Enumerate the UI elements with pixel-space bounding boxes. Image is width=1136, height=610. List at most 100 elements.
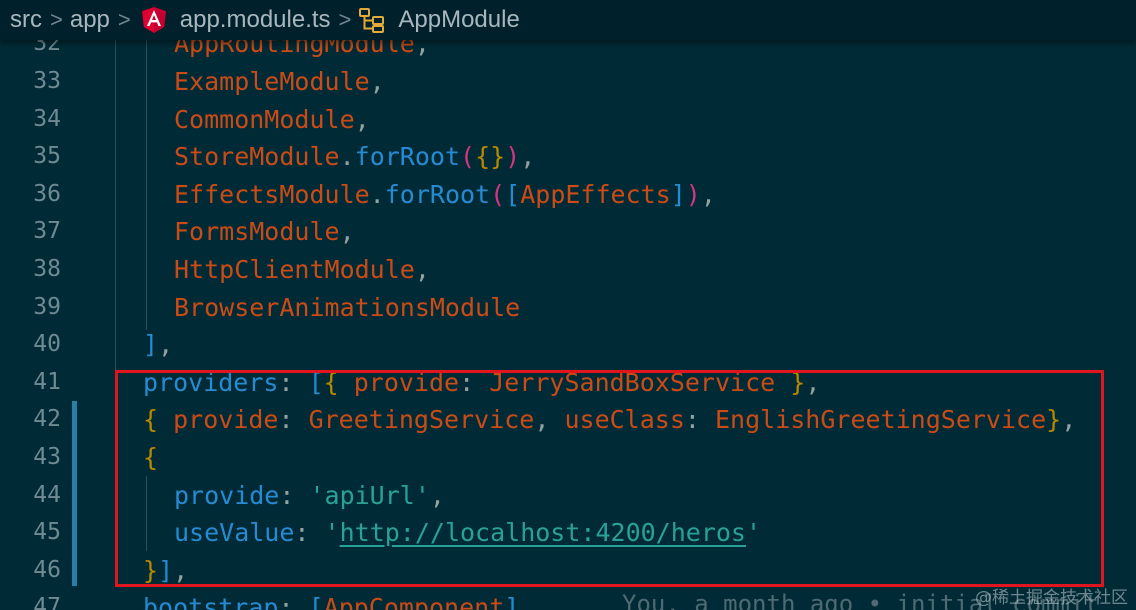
breadcrumb-separator: > — [117, 7, 131, 32]
code-token: , — [414, 255, 430, 284]
code-line[interactable]: 35 StoreModule.forRoot({}), — [0, 138, 1136, 176]
line-number: 34 — [33, 105, 61, 132]
line-number: 35 — [33, 143, 61, 170]
code-token: FormsModule — [174, 217, 340, 247]
code-line[interactable]: 43 { — [0, 439, 1136, 477]
code-token: GreetingService — [308, 405, 535, 435]
class-symbol-icon — [359, 8, 385, 33]
code-token: ( — [490, 179, 506, 209]
breadcrumb-separator: > — [50, 7, 63, 32]
code-token: . — [339, 142, 355, 172]
breadcrumb-item-src[interactable]: src — [10, 6, 42, 34]
breadcrumb-item-app[interactable]: app — [70, 6, 110, 34]
breadcrumb: src > app > app.module.ts > AppModule — [0, 0, 1136, 40]
code-token: : — [278, 593, 309, 610]
code-token: EffectsModule — [174, 179, 370, 209]
code-token: ( — [460, 142, 476, 172]
line-number: 45 — [33, 519, 61, 546]
code-token: BrowserAnimationsModule — [174, 292, 521, 322]
code-text: { — [143, 439, 158, 477]
code-token: ] — [143, 330, 159, 360]
code-text: ], — [143, 326, 173, 364]
code-token: : — [684, 405, 715, 435]
line-number: 40 — [33, 331, 61, 358]
code-text: BrowserAnimationsModule — [174, 289, 520, 327]
code-token: : — [294, 518, 325, 548]
watermark: @稀土掘金技术社区 — [975, 588, 1128, 608]
code-token: useValue — [174, 518, 295, 548]
code-token: , — [1061, 405, 1077, 435]
code-token: 'apiUrl' — [309, 480, 430, 510]
code-line[interactable]: 38 HttpClientModule, — [0, 251, 1136, 289]
line-number: 44 — [33, 481, 61, 508]
code-token: } — [775, 367, 806, 397]
code-token: : — [459, 367, 490, 397]
code-token: , — [354, 104, 370, 134]
code-line[interactable]: 40], — [0, 326, 1136, 364]
line-number: 46 — [33, 556, 61, 583]
line-number: 39 — [33, 293, 61, 320]
breadcrumb-item-file[interactable]: app.module.ts — [180, 6, 331, 34]
code-text: bootstrap: [AppComponent] — [143, 589, 519, 610]
line-number: 43 — [33, 444, 61, 470]
code-line[interactable]: 39 BrowserAnimationsModule — [0, 289, 1136, 327]
code-token: provide — [353, 367, 460, 397]
code-token: bootstrap — [143, 593, 279, 610]
code-token: ' — [745, 518, 762, 548]
code-token: } — [1046, 405, 1062, 435]
code-token: forRoot — [384, 179, 491, 209]
code-text: HttpClientModule, — [174, 251, 430, 289]
breadcrumb-item-symbol[interactable]: AppModule — [398, 6, 519, 34]
code-line[interactable]: 46}], — [0, 552, 1136, 590]
code-token: EnglishGreetingService — [715, 405, 1047, 435]
line-number: 33 — [33, 68, 61, 94]
breadcrumb-separator: > — [338, 7, 352, 32]
code-token: {} — [475, 142, 506, 172]
code-text: StoreModule.forRoot({}), — [174, 138, 535, 176]
line-number: 42 — [33, 406, 61, 433]
code-token: [ — [505, 179, 521, 209]
code-token: { — [323, 367, 354, 397]
code-token: StoreModule — [174, 142, 340, 172]
code-token: forRoot — [354, 142, 460, 172]
code-text: FormsModule, — [174, 213, 355, 251]
code-token: http://localhost:4200/heros — [339, 518, 746, 548]
code-token: , — [534, 405, 565, 435]
code-text: }], — [143, 552, 188, 590]
line-number: 41 — [33, 368, 61, 395]
code-line[interactable]: 33 ExampleModule, — [0, 63, 1136, 101]
code-line[interactable]: 34 CommonModule, — [0, 101, 1136, 139]
code-token: , — [339, 217, 355, 247]
code-line[interactable]: 37 FormsModule, — [0, 213, 1136, 251]
code-token: ' — [324, 518, 340, 548]
code-line[interactable]: 36 EffectsModule.forRoot([AppEffects]), — [0, 176, 1136, 214]
code-token: , — [700, 179, 716, 209]
line-number: 38 — [33, 256, 61, 282]
code-token: [ — [308, 593, 324, 610]
code-text: CommonModule, — [174, 101, 370, 139]
code-text: provide: 'apiUrl', — [174, 477, 445, 515]
code-token: ] — [158, 555, 174, 585]
code-line[interactable]: 41 providers: [{ provide: JerrySandBoxSer… — [0, 364, 1136, 402]
code-token: provide — [174, 480, 280, 510]
code-editor[interactable]: 32 AppRoutingModule, 33 ExampleModule, 34 Com… — [0, 0, 1136, 610]
code-line[interactable]: 45 useValue: 'http://localhost:4200/heros… — [0, 514, 1136, 552]
code-line[interactable]: 44 provide: 'apiUrl', — [0, 477, 1136, 515]
angular-file-icon — [141, 7, 166, 33]
code-text: EffectsModule.forRoot([AppEffects]), — [174, 176, 716, 214]
code-text: useValue: 'http://localhost:4200/heros' — [174, 514, 761, 552]
code-line[interactable]: 42 { provide: GreetingService, useClass: … — [0, 401, 1136, 439]
code-text: { provide: GreetingService, useClass: En… — [143, 401, 1076, 439]
code-text: ExampleModule, — [174, 63, 385, 101]
code-token: CommonModule — [174, 104, 355, 134]
code-token: , — [429, 480, 445, 510]
code-token: ) — [505, 142, 521, 172]
code-token: ) — [685, 179, 701, 209]
code-token: ExampleModule — [174, 67, 370, 96]
code-token: { — [143, 443, 159, 472]
code-token: , — [520, 142, 536, 172]
code-token: [ — [308, 367, 324, 397]
code-token: useClass — [564, 405, 685, 435]
code-text: providers: [{ provide: JerrySandBoxServi… — [143, 364, 820, 402]
code-token: : — [278, 367, 309, 397]
